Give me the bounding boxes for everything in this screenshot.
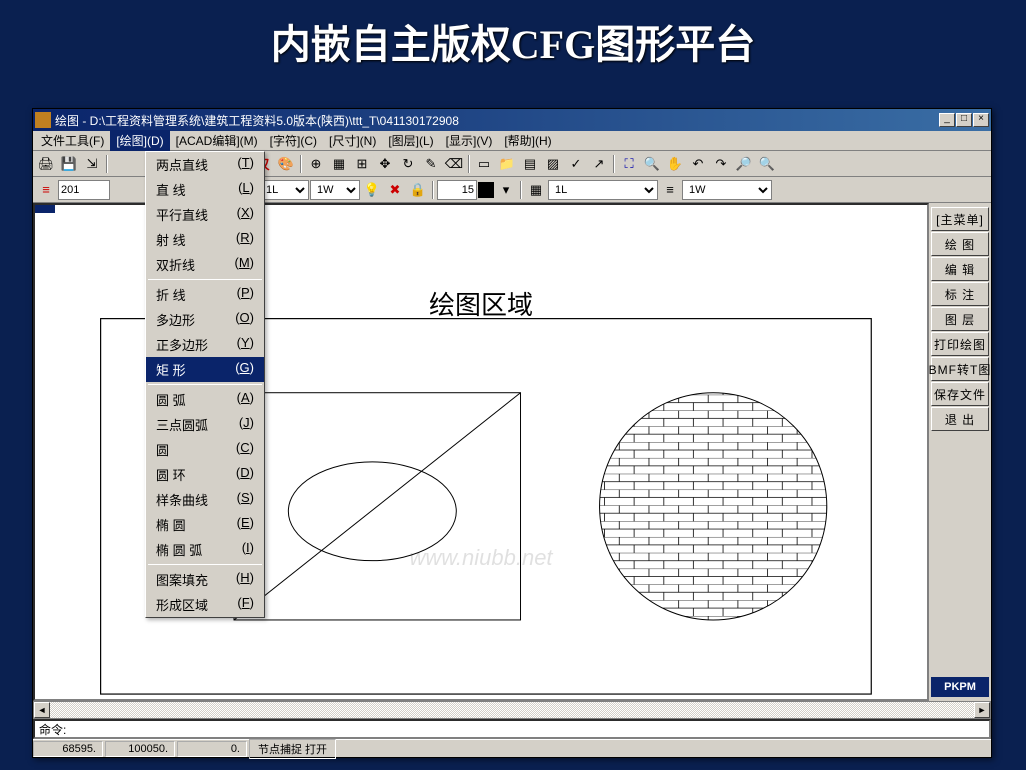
grid-icon[interactable]: ▦ <box>328 153 350 175</box>
export-icon[interactable]: ⇲ <box>81 153 103 175</box>
menu-draw[interactable]: [绘图](D) <box>110 130 169 151</box>
zoom-extent-icon[interactable]: ⛶ <box>618 153 640 175</box>
minimize-button[interactable]: _ <box>939 113 955 127</box>
dropdown-item[interactable]: 两点直线(T) <box>146 152 264 177</box>
dropdown-item[interactable]: 平行直线(X) <box>146 202 264 227</box>
dropdown-item[interactable]: 双折线(M) <box>146 252 264 277</box>
dropdown-item[interactable]: 直 线(L) <box>146 177 264 202</box>
dropdown-item[interactable]: 三点圆弧(J) <box>146 412 264 437</box>
move-icon[interactable]: ✥ <box>374 153 396 175</box>
zoom-next-icon[interactable]: ↷ <box>710 153 732 175</box>
layers-icon[interactable]: ≡ <box>35 179 57 201</box>
linetype-combo-2[interactable]: 1L <box>548 180 658 200</box>
target-icon[interactable]: ⊕ <box>305 153 327 175</box>
zoom-prev-icon[interactable]: ↶ <box>687 153 709 175</box>
dropdown-item[interactable]: 形成区域(F) <box>146 592 264 617</box>
layer-icon[interactable]: ▤ <box>519 153 541 175</box>
side-annotate[interactable]: 标 注 <box>931 282 989 306</box>
window-controls: _ □ × <box>939 113 989 127</box>
menu-acad[interactable]: [ACAD编辑](M) <box>170 130 264 151</box>
check-icon[interactable]: ✓ <box>565 153 587 175</box>
bulb-icon[interactable]: 💡 <box>361 179 383 201</box>
window-title: 绘图 - D:\工程资料管理系统\建筑工程资料5.0版本(陕西)\ttt_T\0… <box>55 112 939 129</box>
draw-dropdown: 两点直线(T)直 线(L)平行直线(X)射 线(R)双折线(M) 折 线(P)多边… <box>145 151 265 618</box>
close-button[interactable]: × <box>973 113 989 127</box>
menu-help[interactable]: [帮助](H) <box>498 130 557 151</box>
color-swatch-black[interactable] <box>478 182 494 198</box>
lock-icon[interactable]: 🔒 <box>407 179 429 201</box>
props-icon[interactable]: ▦ <box>525 179 547 201</box>
lineweight-combo-1[interactable]: 1W <box>310 180 360 200</box>
dropdown-item[interactable]: 正多边形(Y) <box>146 332 264 357</box>
dropdown-item[interactable]: 椭 圆 弧(I) <box>146 537 264 562</box>
dropdown-item[interactable]: 圆 环(D) <box>146 462 264 487</box>
side-exit[interactable]: 退 出 <box>931 407 989 431</box>
pan-icon[interactable]: ✋ <box>664 153 686 175</box>
arrow-icon[interactable]: ↗ <box>588 153 610 175</box>
side-main-menu[interactable]: [主菜单] <box>931 207 989 231</box>
dropdown-item[interactable]: 折 线(P) <box>146 282 264 307</box>
side-bmf[interactable]: BMF转T图 <box>931 357 989 381</box>
status-bar: 68595. 100050. 0. 节点捕捉 打开 <box>33 739 991 757</box>
side-panel: [主菜单] 绘 图 编 辑 标 注 图 层 打印绘图 BMF转T图 保存文件 退… <box>929 203 991 701</box>
layer-combo[interactable] <box>58 180 110 200</box>
dropdown-icon[interactable]: ▾ <box>495 179 517 201</box>
status-x: 68595. <box>33 741 103 757</box>
snap-icon[interactable]: ⊞ <box>351 153 373 175</box>
side-save[interactable]: 保存文件 <box>931 382 989 406</box>
status-snap: 节点捕捉 打开 <box>249 739 336 759</box>
scroll-right-icon[interactable]: ► <box>974 702 990 718</box>
linetype-combo-1[interactable]: 1L <box>259 180 309 200</box>
dropdown-item[interactable]: 圆 弧(A) <box>146 387 264 412</box>
menu-view[interactable]: [显示](V) <box>440 130 499 151</box>
folder-icon[interactable]: 📁 <box>496 153 518 175</box>
status-z: 0. <box>177 741 247 757</box>
zoom-out-icon[interactable]: 🔍 <box>756 153 778 175</box>
menu-char[interactable]: [字符](C) <box>264 130 323 151</box>
app-window: 绘图 - D:\工程资料管理系统\建筑工程资料5.0版本(陕西)\ttt_T\0… <box>32 108 992 758</box>
menu-file[interactable]: 文件工具(F) <box>35 130 110 151</box>
horizontal-scrollbar[interactable]: ◄ ► <box>33 701 991 719</box>
dropdown-item[interactable]: 矩 形(G) <box>146 357 264 382</box>
menubar: 文件工具(F) [绘图](D) [ACAD编辑](M) [字符](C) [尺寸]… <box>33 131 991 151</box>
dropdown-item[interactable]: 圆(C) <box>146 437 264 462</box>
side-edit[interactable]: 编 辑 <box>931 257 989 281</box>
menu-layer[interactable]: [图层](L) <box>382 130 439 151</box>
menu-dim[interactable]: [尺寸](N) <box>323 130 382 151</box>
dropdown-item[interactable]: 多边形(O) <box>146 307 264 332</box>
status-y: 100050. <box>105 741 175 757</box>
dropdown-item[interactable]: 射 线(R) <box>146 227 264 252</box>
pkpm-logo: PKPM <box>931 677 989 697</box>
maximize-button[interactable]: □ <box>956 113 972 127</box>
lineweight-combo-2[interactable]: 1W <box>682 180 772 200</box>
app-icon <box>35 112 51 128</box>
save-icon[interactable]: 💾 <box>58 153 80 175</box>
zoom-in-icon[interactable]: 🔎 <box>733 153 755 175</box>
titlebar: 绘图 - D:\工程资料管理系统\建筑工程资料5.0版本(陕西)\ttt_T\0… <box>33 109 991 131</box>
side-layer[interactable]: 图 层 <box>931 307 989 331</box>
side-draw[interactable]: 绘 图 <box>931 232 989 256</box>
command-prompt: 命令: <box>39 721 66 738</box>
zoom-window-icon[interactable]: 🔍 <box>641 153 663 175</box>
scroll-left-icon[interactable]: ◄ <box>34 702 50 718</box>
palette-icon[interactable]: 🎨 <box>275 153 297 175</box>
pencil-icon[interactable]: ✎ <box>420 153 442 175</box>
doc-icon[interactable]: ▭ <box>473 153 495 175</box>
lines-icon[interactable]: ≡ <box>659 179 681 201</box>
erase-icon[interactable]: ⌫ <box>443 153 465 175</box>
slide-title: 内嵌自主版权CFG图形平台 <box>0 0 1026 76</box>
hatch-icon[interactable]: ▨ <box>542 153 564 175</box>
dropdown-item[interactable]: 椭 圆(E) <box>146 512 264 537</box>
scroll-track[interactable] <box>50 702 974 718</box>
command-line[interactable]: 命令: <box>33 719 991 739</box>
rotate-icon[interactable]: ↻ <box>397 153 419 175</box>
delete-icon[interactable]: ✖ <box>384 179 406 201</box>
dropdown-item[interactable]: 图案填充(H) <box>146 567 264 592</box>
dropdown-item[interactable]: 样条曲线(S) <box>146 487 264 512</box>
print-icon[interactable]: 🖨 <box>35 153 57 175</box>
size-input[interactable] <box>437 180 477 200</box>
side-print[interactable]: 打印绘图 <box>931 332 989 356</box>
